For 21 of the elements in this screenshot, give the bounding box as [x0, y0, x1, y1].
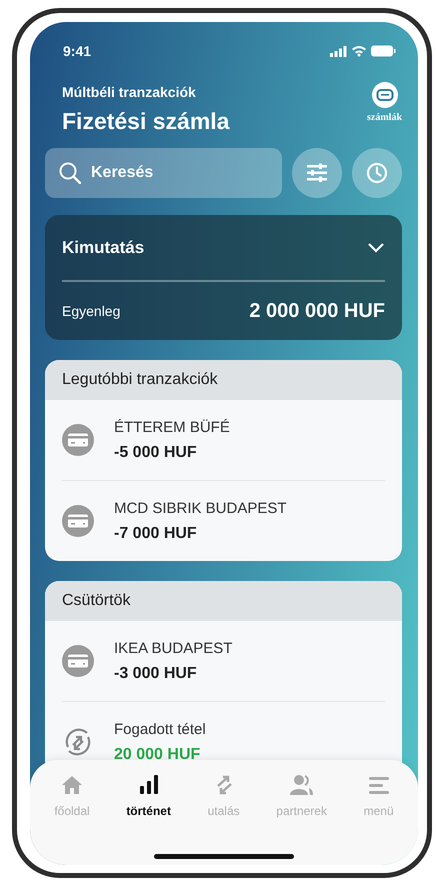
transaction-amount: 20 000 HUF [114, 746, 202, 764]
section-header: Csütörtök [45, 581, 402, 621]
merchant-name: ÉTTEREM BÜFÉ [114, 418, 230, 436]
transaction-amount: -3 000 HUF [114, 664, 198, 682]
transaction-row[interactable]: ÉTTEREM BÜFÉ -5 000 HUF [62, 400, 385, 481]
page-subtitle: Múltbéli tranzakciók [62, 84, 197, 100]
statement-header[interactable]: Kimutatás [62, 215, 385, 282]
balance-amount: 2 000 000 HUF [249, 300, 385, 322]
transaction-row[interactable]: IKEA BUDAPEST -3 000 HUF [62, 621, 385, 702]
merchant-name: IKEA BUDAPEST [114, 640, 232, 656]
merchant-name: MCD SIBRIK BUDAPEST [114, 500, 287, 516]
statement-title: Kimutatás [62, 238, 144, 258]
status-time: 9:41 [63, 43, 92, 59]
transaction-amount: -7 000 HUF [114, 524, 198, 542]
nav-tab[interactable]: történet [126, 774, 171, 818]
page-title: Fizetési számla [62, 108, 230, 135]
merchant-name: Fogadott tétel [114, 720, 206, 738]
transaction-row[interactable]: MCD SIBRIK BUDAPEST -7 000 HUF [62, 481, 385, 561]
section-header: Legutóbbi tranzakciók [45, 360, 402, 400]
transaction-amount: -5 000 HUF [114, 444, 198, 462]
balance-label: Egyenleg [62, 303, 120, 319]
